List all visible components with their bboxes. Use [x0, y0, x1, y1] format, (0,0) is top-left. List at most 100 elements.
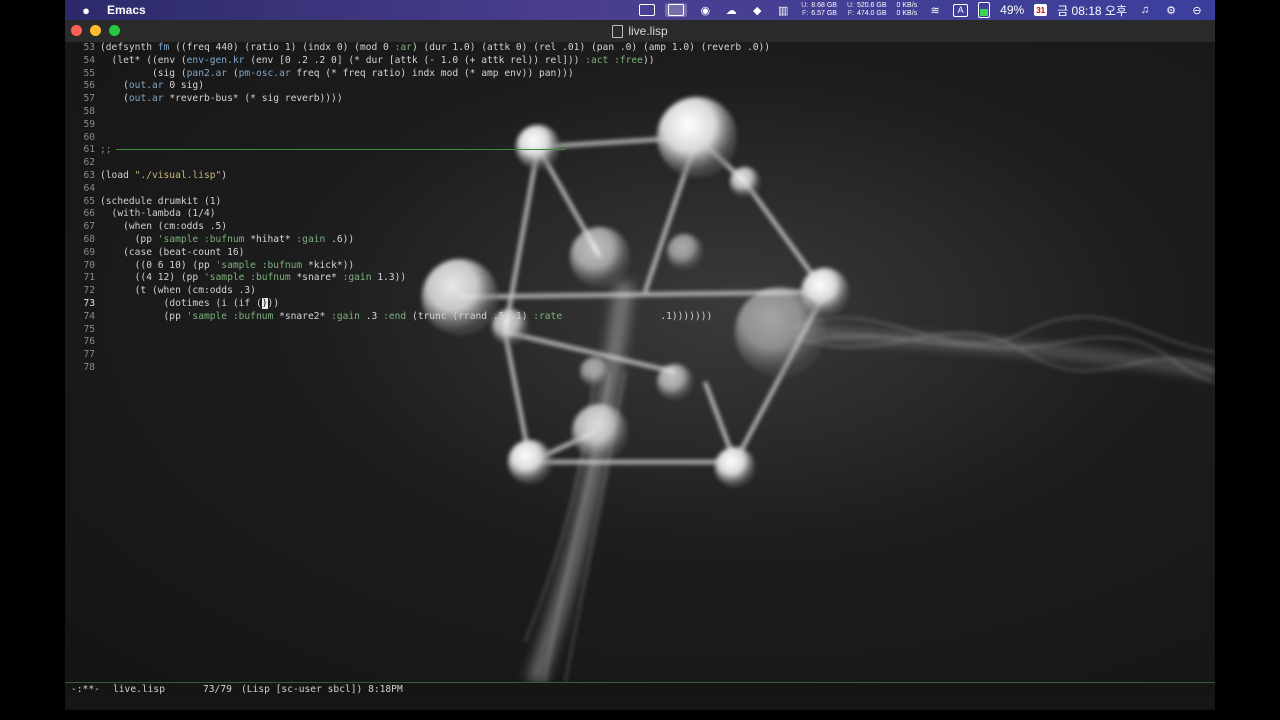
- mode-line: -:**- live.lisp 73/79 (Lisp [sc-user sbc…: [65, 682, 1215, 697]
- modeline-modes[interactable]: (Lisp [sc-user sbcl]) 8:18PM: [241, 683, 403, 697]
- line-number: 66: [83, 208, 95, 220]
- control-center-icon[interactable]: ⚙: [1163, 4, 1179, 17]
- notification-icon[interactable]: ⊖: [1189, 4, 1205, 17]
- line-text[interactable]: (load "./visual.lisp"): [100, 170, 227, 183]
- code-line[interactable]: 54 (let* ((env (env-gen.kr (env [0 .2 .2…: [65, 55, 770, 68]
- code-line[interactable]: 66 (with-lambda (1/4): [65, 208, 770, 221]
- line-text[interactable]: ;;: [100, 144, 566, 157]
- line-text[interactable]: (schedule drumkit (1): [100, 196, 221, 209]
- line-text[interactable]: (defsynth fm ((freq 440) (ratio 1) (indx…: [100, 42, 770, 55]
- code-line[interactable]: 75: [65, 324, 770, 337]
- line-number: 77: [83, 349, 95, 361]
- line-number: 65: [83, 195, 95, 207]
- modeline-buffer-name[interactable]: live.lisp: [113, 683, 203, 697]
- cloud-icon[interactable]: ☁: [723, 4, 739, 17]
- line-number: 72: [83, 285, 95, 297]
- line-number: 74: [83, 310, 95, 322]
- code-line[interactable]: 56 (out.ar 0 sig): [65, 80, 770, 93]
- line-number: 75: [83, 323, 95, 335]
- disk-stats[interactable]: U: 520.6 GB F: 474.0 GB: [847, 2, 887, 18]
- code-line[interactable]: 77: [65, 349, 770, 362]
- battery-percent[interactable]: 49%: [1000, 3, 1024, 17]
- code-line[interactable]: 53 (defsynth fm ((freq 440) (ratio 1) (in…: [65, 42, 770, 55]
- line-number: 63: [83, 169, 95, 181]
- window-controls: [71, 25, 120, 36]
- code-line[interactable]: 71 ((4 12) (pp 'sample :bufnum *snare* :…: [65, 272, 770, 285]
- line-number: 78: [83, 361, 95, 373]
- line-text[interactable]: (dotimes (i (if ())): [100, 297, 279, 311]
- close-button[interactable]: [71, 25, 82, 36]
- line-number: 60: [83, 131, 95, 143]
- line-number: 53: [83, 42, 95, 53]
- code-line[interactable]: 68 (pp 'sample :bufnum *hihat* :gain .6)…: [65, 234, 770, 247]
- line-text[interactable]: ((4 12) (pp 'sample :bufnum *snare* :gai…: [100, 272, 407, 285]
- editor-buffer[interactable]: 53 (defsynth fm ((freq 440) (ratio 1) (in…: [65, 42, 1215, 682]
- emacs-window: live.lisp 53 (defsynth fm ((freq 440) (r…: [65, 20, 1215, 710]
- line-text[interactable]: ((0 6 10) (pp 'sample :bufnum *kick*)): [100, 260, 355, 273]
- code-line[interactable]: 65 (schedule drumkit (1): [65, 196, 770, 209]
- code-line[interactable]: 69 (case (beat-count 16): [65, 247, 770, 260]
- minibuffer[interactable]: [65, 697, 1215, 710]
- screen-record-icon[interactable]: [639, 4, 656, 16]
- app-menu[interactable]: Emacs: [107, 3, 146, 17]
- code-line[interactable]: 58: [65, 106, 770, 119]
- line-text[interactable]: (out.ar 0 sig): [100, 80, 204, 93]
- memory-stats[interactable]: U: 8.68 GB F: 6.57 GB: [801, 2, 837, 18]
- line-text[interactable]: (when (cm:odds .5): [100, 221, 227, 234]
- line-number: 71: [83, 272, 95, 284]
- zoom-button[interactable]: [109, 25, 120, 36]
- status-area: ◉ ☁ ◆ ▥ U: 8.68 GB F: 6.57 GB U: 520.6 GB F…: [639, 2, 1215, 19]
- network-stats[interactable]: 0 KB/s 0 KB/s: [897, 2, 918, 18]
- line-number: 56: [83, 80, 95, 92]
- code-line[interactable]: 72 (t (when (cm:odds .3): [65, 285, 770, 298]
- code-line[interactable]: 73 (dotimes (i (if ())): [65, 297, 770, 311]
- line-text[interactable]: (out.ar *reverb-bus* (* sig reverb)))): [100, 93, 343, 106]
- code-line[interactable]: 67 (when (cm:odds .5): [65, 221, 770, 234]
- line-number: 59: [83, 118, 95, 130]
- line-text[interactable]: (let* ((env (env-gen.kr (env [0 .2 .2 0]…: [100, 55, 655, 68]
- input-source-icon[interactable]: A: [953, 3, 969, 17]
- line-text[interactable]: (with-lambda (1/4): [100, 208, 216, 221]
- line-number: 64: [83, 182, 95, 194]
- code-line[interactable]: 64: [65, 183, 770, 196]
- clock[interactable]: 금 08:18 오후: [1057, 2, 1127, 19]
- cpu-monitor-icon[interactable]: ▥: [775, 4, 791, 17]
- line-number: 73: [83, 297, 95, 309]
- line-text[interactable]: (sig (pan2.ar (pm-osc.ar freq (* freq ra…: [100, 68, 574, 81]
- line-number: 61: [83, 144, 95, 156]
- line-text[interactable]: (case (beat-count 16): [100, 247, 244, 260]
- code-line[interactable]: 74 (pp 'sample :bufnum *snare2* :gain .3…: [65, 311, 770, 324]
- line-number: 68: [83, 233, 95, 245]
- code-line[interactable]: 78: [65, 362, 770, 375]
- line-text[interactable]: (pp 'sample :bufnum *hihat* :gain .6)): [100, 234, 355, 247]
- line-number: 76: [83, 336, 95, 348]
- code-line[interactable]: 61;;: [65, 144, 770, 157]
- headphones-icon[interactable]: ♫: [1137, 4, 1153, 16]
- screen-share-icon[interactable]: [665, 3, 688, 17]
- code-area[interactable]: 53 (defsynth fm ((freq 440) (ratio 1) (in…: [65, 42, 770, 375]
- menubar: ● Emacs ◉ ☁ ◆ ▥ U: 8.68 GB F: 6.57 GB U: 52…: [65, 0, 1215, 20]
- title-bar[interactable]: live.lisp: [65, 20, 1215, 43]
- apple-menu-icon[interactable]: ●: [79, 3, 93, 18]
- calendar-icon[interactable]: 31: [1034, 4, 1048, 16]
- battery-icon[interactable]: [978, 2, 991, 18]
- modeline-status: -:**-: [71, 684, 100, 695]
- code-line[interactable]: 63 (load "./visual.lisp"): [65, 170, 770, 183]
- code-line[interactable]: 57 (out.ar *reverb-bus* (* sig reverb)))…: [65, 93, 770, 106]
- minimize-button[interactable]: [90, 25, 101, 36]
- line-text[interactable]: (pp 'sample :bufnum *snare2* :gain .3 :e…: [100, 311, 713, 324]
- code-line[interactable]: 62: [65, 157, 770, 170]
- modeline-position: 73/79: [203, 684, 232, 695]
- code-line[interactable]: 59: [65, 119, 770, 132]
- code-line[interactable]: 70 ((0 6 10) (pp 'sample :bufnum *kick*)…: [65, 260, 770, 273]
- wifi-icon[interactable]: ≋: [927, 4, 943, 17]
- line-text[interactable]: (t (when (cm:odds .3): [100, 285, 256, 298]
- code-line[interactable]: 60: [65, 132, 770, 145]
- line-number: 70: [83, 259, 95, 271]
- code-line[interactable]: 76: [65, 336, 770, 349]
- code-line[interactable]: 55 (sig (pan2.ar (pm-osc.ar freq (* freq…: [65, 68, 770, 81]
- dropbox-icon[interactable]: ◆: [749, 4, 765, 17]
- window-title: live.lisp: [628, 24, 668, 38]
- document-icon: [612, 24, 624, 38]
- control-icon[interactable]: ◉: [697, 4, 713, 17]
